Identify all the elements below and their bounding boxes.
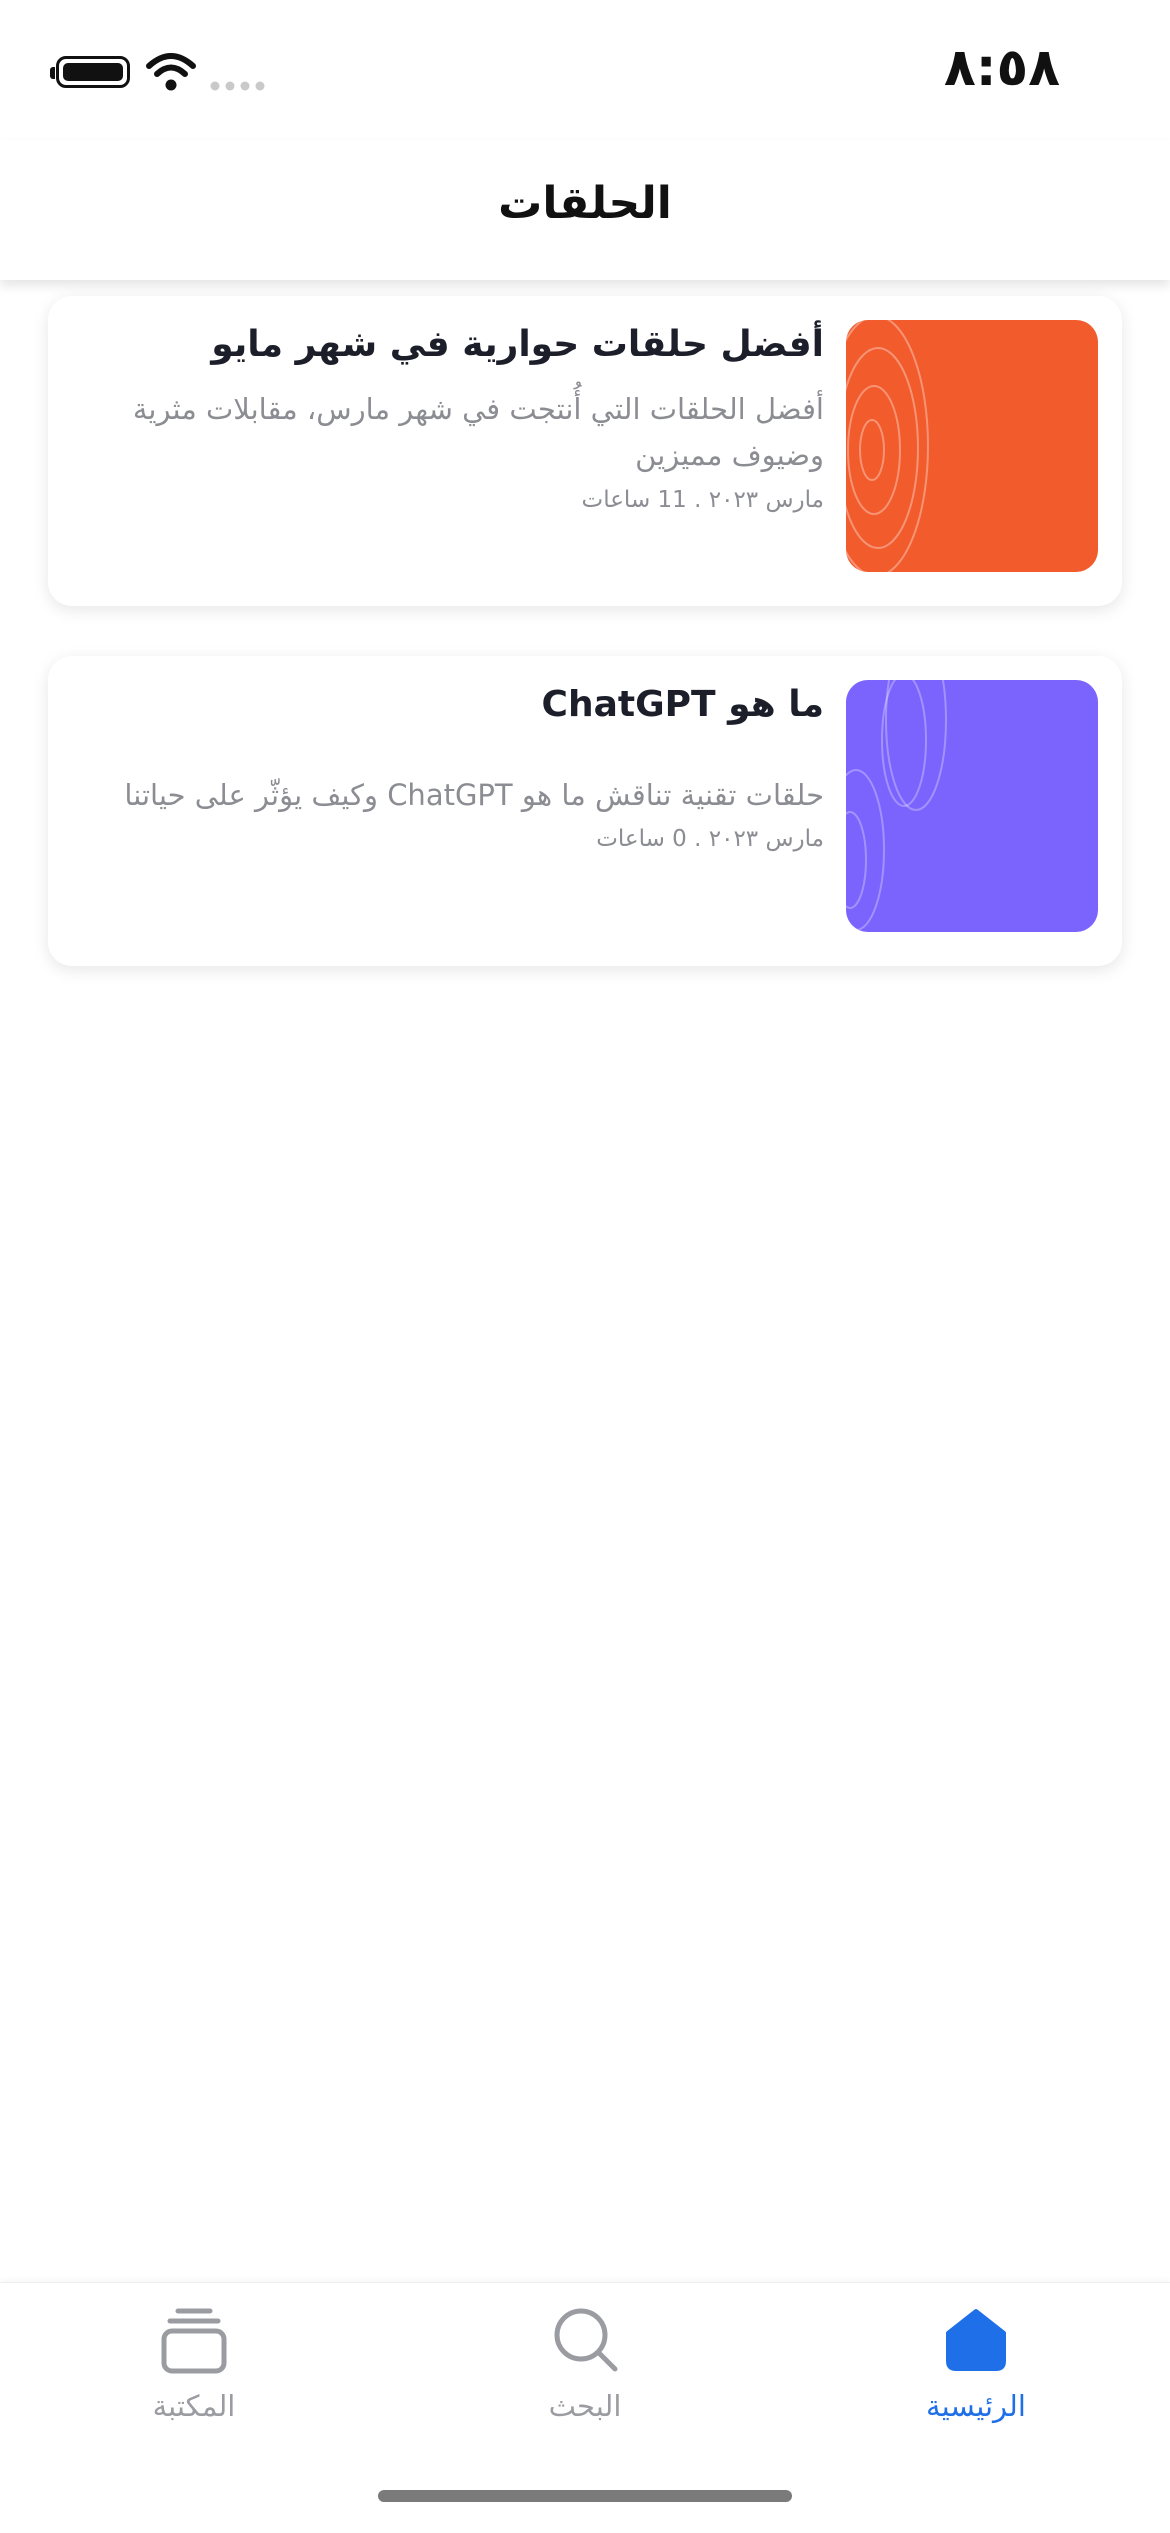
tab-search-label: البحث: [548, 2389, 622, 2423]
episode-meta: مارس ٢٠٢٣ . 0 ساعات: [596, 826, 824, 853]
spiral-pattern-icon: [846, 680, 947, 931]
episode-card[interactable]: ما هو ChatGPT حلقات تقنية تناقش ما هو Ch…: [48, 656, 1122, 966]
episode-card[interactable]: أفضل حلقات حوارية في شهر مايو أفضل الحلق…: [48, 296, 1122, 606]
status-bar: ٨:٥٨: [0, 0, 1170, 140]
tab-search[interactable]: البحث: [455, 2303, 715, 2463]
status-time: ٨:٥٨: [943, 38, 1060, 98]
episode-description: حلقات تقنية تناقش ما هو ChatGPT وكيف يؤث…: [124, 778, 824, 812]
wifi-icon: [146, 53, 196, 91]
app-header: الحلقات: [0, 140, 1170, 280]
episode-description: أفضل الحلقات التي أُنتجت في شهر مارس، مق…: [132, 392, 824, 473]
episode-title: ما هو ChatGPT: [541, 684, 824, 725]
tab-home-label: الرئيسية: [926, 2389, 1026, 2423]
tab-library[interactable]: المكتبة: [64, 2303, 324, 2463]
episode-text: ما هو ChatGPT حلقات تقنية تناقش ما هو Ch…: [88, 678, 824, 852]
library-icon: [161, 2308, 227, 2374]
tab-library-label: المكتبة: [152, 2389, 236, 2423]
spiral-pattern-icon: [846, 320, 929, 572]
tab-home[interactable]: الرئيسية: [846, 2303, 1106, 2463]
battery-icon: [50, 56, 130, 88]
home-indicator: [378, 2490, 792, 2502]
episode-text: أفضل حلقات حوارية في شهر مايو أفضل الحلق…: [88, 318, 824, 513]
episode-title: أفضل حلقات حوارية في شهر مايو: [211, 324, 824, 365]
page-title: الحلقات: [498, 178, 672, 229]
search-icon: [554, 2308, 618, 2372]
home-icon: [946, 2309, 1006, 2371]
signal-icon: [210, 81, 265, 91]
episode-meta: مارس ٢٠٢٣ . 11 ساعات: [581, 486, 824, 513]
episode-thumbnail: [846, 320, 1098, 572]
episode-thumbnail: [846, 680, 1098, 932]
